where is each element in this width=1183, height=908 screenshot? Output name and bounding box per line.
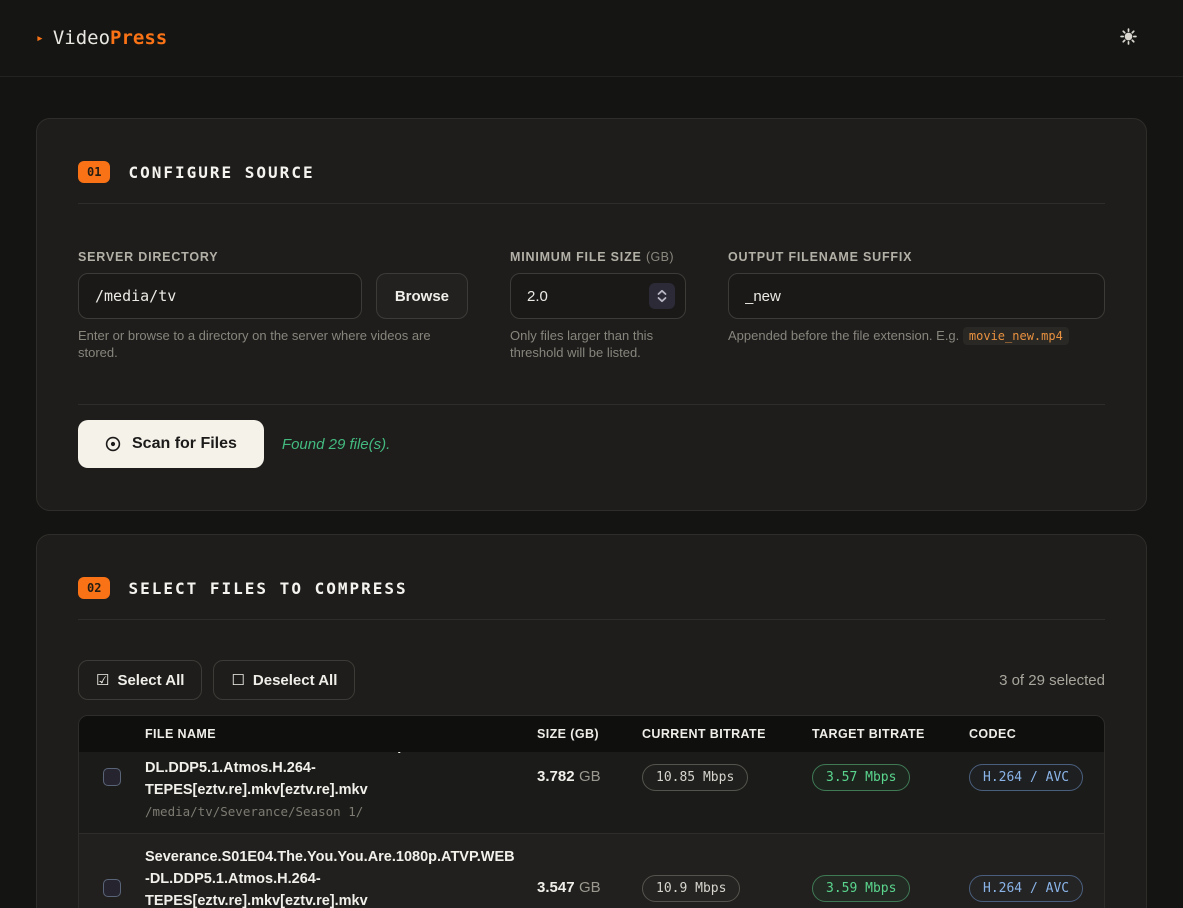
header-file-name: FILE NAME [145, 727, 537, 741]
logo-text-press: Press [110, 27, 167, 49]
file-size-value: 3.547 [537, 879, 575, 896]
sun-icon [1120, 28, 1137, 48]
browse-button[interactable]: Browse [376, 273, 468, 319]
current-bitrate-badge: 10.9 Mbps [642, 875, 740, 902]
source-form: SERVER DIRECTORY Browse Enter or browse … [78, 250, 1105, 361]
server-directory-help: Enter or browse to a directory on the se… [78, 327, 438, 361]
select-files-card: 02 SELECT FILES TO COMPRESS ☑ Select All… [36, 534, 1147, 908]
configure-source-card: 01 CONFIGURE SOURCE SERVER DIRECTORY Bro… [36, 118, 1147, 511]
unchecked-box-icon: ☐ [231, 671, 244, 689]
file-name: Severance.S01E04.The.You.You.Are.1080p.A… [145, 846, 515, 908]
file-size-unit: GB [579, 879, 601, 896]
codec-badge: H.264 / AVC [969, 764, 1083, 791]
min-file-size-value: 2.0 [527, 288, 548, 305]
deselect-all-button[interactable]: ☐ Deselect All [213, 660, 355, 700]
file-checkbox[interactable] [103, 879, 121, 897]
scan-target-icon [105, 436, 121, 452]
file-path: /media/tv/Severance/Season 1/ [145, 804, 515, 819]
file-size-unit: GB [579, 768, 601, 785]
files-table-header: FILE NAME SIZE (GB) CURRENT BITRATE TARG… [79, 716, 1104, 752]
min-file-size-unit: (GB) [646, 250, 674, 264]
select-files-title: SELECT FILES TO COMPRESS [128, 579, 407, 598]
scan-row: Scan for Files Found 29 file(s). [78, 420, 1105, 468]
configure-source-header: 01 CONFIGURE SOURCE [78, 161, 1105, 183]
codec-badge: H.264 / AVC [969, 875, 1083, 902]
output-suffix-example-chip: movie_new.mp4 [963, 327, 1069, 345]
min-file-size-field-group: MINIMUM FILE SIZE (GB) 2.0 Only files la… [510, 250, 686, 361]
select-all-button[interactable]: ☑ Select All [78, 660, 202, 700]
file-size: 3.547 GB [537, 879, 642, 897]
scan-for-files-button[interactable]: Scan for Files [78, 420, 264, 468]
header-current-bitrate: CURRENT BITRATE [642, 727, 812, 741]
step-badge-02: 02 [78, 577, 110, 599]
target-bitrate-badge: 3.59 Mbps [812, 875, 910, 902]
target-bitrate-badge: 3.57 Mbps [812, 764, 910, 791]
file-size: 3.782 GB [537, 768, 642, 786]
output-suffix-field-group: OUTPUT FILENAME SUFFIX Appended before t… [728, 250, 1105, 361]
header-size: SIZE (GB) [537, 727, 642, 741]
deselect-all-label: Deselect All [253, 672, 338, 689]
output-suffix-label: OUTPUT FILENAME SUFFIX [728, 250, 1105, 264]
server-directory-label: SERVER DIRECTORY [78, 250, 468, 264]
scan-status-text: Found 29 file(s). [282, 436, 390, 453]
configure-source-title: CONFIGURE SOURCE [128, 163, 314, 182]
min-file-size-label: MINIMUM FILE SIZE (GB) [510, 250, 686, 264]
server-directory-field-group: SERVER DIRECTORY Browse Enter or browse … [78, 250, 468, 361]
select-files-header: 02 SELECT FILES TO COMPRESS [78, 577, 1105, 599]
current-bitrate-badge: 10.85 Mbps [642, 764, 748, 791]
header-target-bitrate: TARGET BITRATE [812, 727, 969, 741]
logo-text-video: Video [53, 27, 110, 49]
scan-for-files-label: Scan for Files [132, 435, 237, 453]
output-suffix-input[interactable] [728, 273, 1105, 319]
min-file-size-label-text: MINIMUM FILE SIZE [510, 250, 642, 264]
checked-box-icon: ☑ [96, 671, 109, 689]
output-suffix-help: Appended before the file extension. E.g.… [728, 327, 1088, 345]
section-divider-2 [78, 619, 1105, 620]
theme-toggle-button[interactable] [1114, 22, 1143, 54]
selection-summary: 3 of 29 selected [999, 672, 1105, 689]
table-row: Severance.S01E04.The.You.You.Are.1080p.A… [79, 833, 1104, 908]
step-badge-01: 01 [78, 161, 110, 183]
scan-divider [78, 404, 1105, 405]
select-stepper-icon [649, 283, 675, 309]
logo-arrow-icon: ▸ [36, 32, 44, 45]
file-checkbox[interactable] [103, 768, 121, 786]
app-logo: ▸ VideoPress [36, 27, 167, 49]
files-table: FILE NAME SIZE (GB) CURRENT BITRATE TARG… [78, 715, 1105, 908]
file-size-value: 3.782 [537, 768, 575, 785]
min-file-size-select[interactable]: 2.0 [510, 273, 686, 319]
server-directory-input[interactable] [78, 273, 362, 319]
section-divider [78, 203, 1105, 204]
min-file-size-help: Only files larger than this threshold wi… [510, 327, 686, 361]
select-all-label: Select All [117, 672, 184, 689]
top-bar: ▸ VideoPress [0, 0, 1183, 77]
logo-text: VideoPress [53, 27, 167, 49]
selection-toolbar: ☑ Select All ☐ Deselect All 3 of 29 sele… [78, 660, 1105, 700]
output-suffix-help-text: Appended before the file extension. E.g. [728, 328, 959, 343]
header-codec: CODEC [969, 727, 1104, 741]
